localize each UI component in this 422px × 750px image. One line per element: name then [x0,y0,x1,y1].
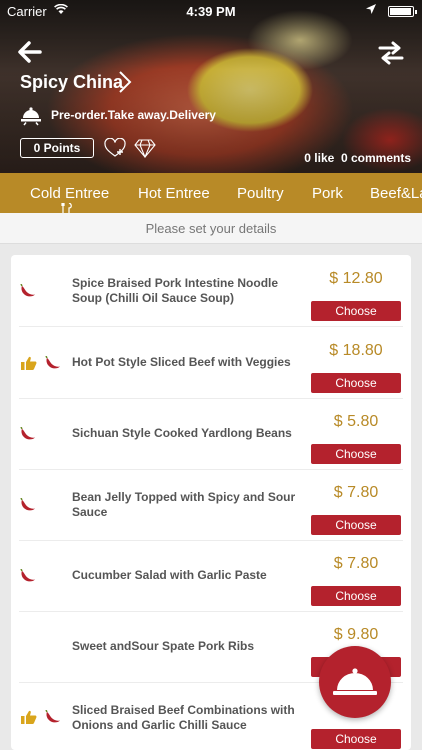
choose-button[interactable]: Choose [311,729,401,749]
item-price: $ 18.80 [329,342,383,359]
item-price: $ 9.80 [333,626,379,643]
chili-pepper-icon [20,426,36,441]
item-name: Hot Pot Style Sliced Beef with Veggies [72,355,291,369]
tab-cold-entree[interactable]: Cold Entree [30,185,109,202]
status-bar: Carrier 4:39 PM [0,0,422,22]
tab-poultry[interactable]: Poultry [237,185,284,202]
chili-pepper-icon [20,568,36,583]
like-comment-stats: 0 like 0 comments [304,151,411,165]
set-details-prompt[interactable]: Please set your details [0,213,422,244]
fork-knife-icon [61,202,73,213]
cloche-icon [333,668,377,695]
thumbs-up-icon [21,710,37,724]
clock: 4:39 PM [186,4,236,19]
tab-hot-entree[interactable]: Hot Entree [138,185,210,202]
chili-pepper-icon [45,709,61,724]
item-name: Sweet andSour Spate Pork Ribs [72,639,255,653]
tab-pork[interactable]: Pork [312,185,343,202]
menu-item[interactable]: Spice Braised Pork Intestine Noodle Soup… [11,255,411,327]
menu-item[interactable]: Bean Jelly Topped with Spicy and Sour Sa… [11,469,411,541]
item-name: Sliced Braised Beef Combinations with On… [72,703,295,732]
cart-button[interactable] [319,646,391,718]
item-price: $ 5.80 [333,413,379,430]
heart-plus-icon[interactable] [104,137,126,158]
diamond-icon[interactable] [134,138,156,159]
menu-item[interactable]: Hot Pot Style Sliced Beef with Veggies $… [11,327,411,399]
points-button[interactable]: 0 Points [20,138,94,158]
restaurant-name[interactable]: Spicy China [20,72,123,93]
menu-item[interactable]: Sichuan Style Cooked Yardlong Beans $ 5.… [11,398,411,470]
restaurant-hero: Carrier 4:39 PM Spicy China Pre-order.Ta… [0,0,422,173]
location-icon [366,4,376,17]
choose-button[interactable]: Choose [311,586,401,606]
food-service-icon [20,104,42,126]
chili-pepper-icon [45,355,61,370]
likes-count[interactable]: 0 like [304,151,334,165]
menu-item[interactable]: Cucumber Salad with Garlic Paste $ 7.80 … [11,540,411,612]
thumbs-up-icon [21,356,37,370]
tab-beef-lamb[interactable]: Beef&La [370,185,422,202]
item-price: $ 12.80 [329,270,383,287]
item-name: Spice Braised Pork Intestine Noodle Soup… [72,276,279,305]
chili-pepper-icon [20,283,36,298]
battery-icon [388,6,417,17]
chili-pepper-icon [20,497,36,512]
chevron-right-icon[interactable] [118,70,132,100]
item-name: Cucumber Salad with Garlic Paste [72,568,267,582]
service-options: Pre-order.Take away.Delivery [51,108,216,122]
category-tabs: Cold Entree Hot Entree Poultry Pork Beef… [0,173,422,213]
item-name: Sichuan Style Cooked Yardlong Beans [72,426,292,440]
choose-button[interactable]: Choose [311,301,401,321]
item-name: Bean Jelly Topped with Spicy and Sour Sa… [72,490,296,519]
item-price: $ 7.80 [333,555,379,572]
swap-arrows-icon[interactable] [376,38,406,68]
item-price: $ 7.80 [333,484,379,501]
comments-count[interactable]: 0 comments [341,151,411,165]
choose-button[interactable]: Choose [311,373,401,393]
choose-button[interactable]: Choose [311,444,401,464]
back-arrow-icon[interactable] [16,38,46,68]
choose-button[interactable]: Choose [311,515,401,535]
